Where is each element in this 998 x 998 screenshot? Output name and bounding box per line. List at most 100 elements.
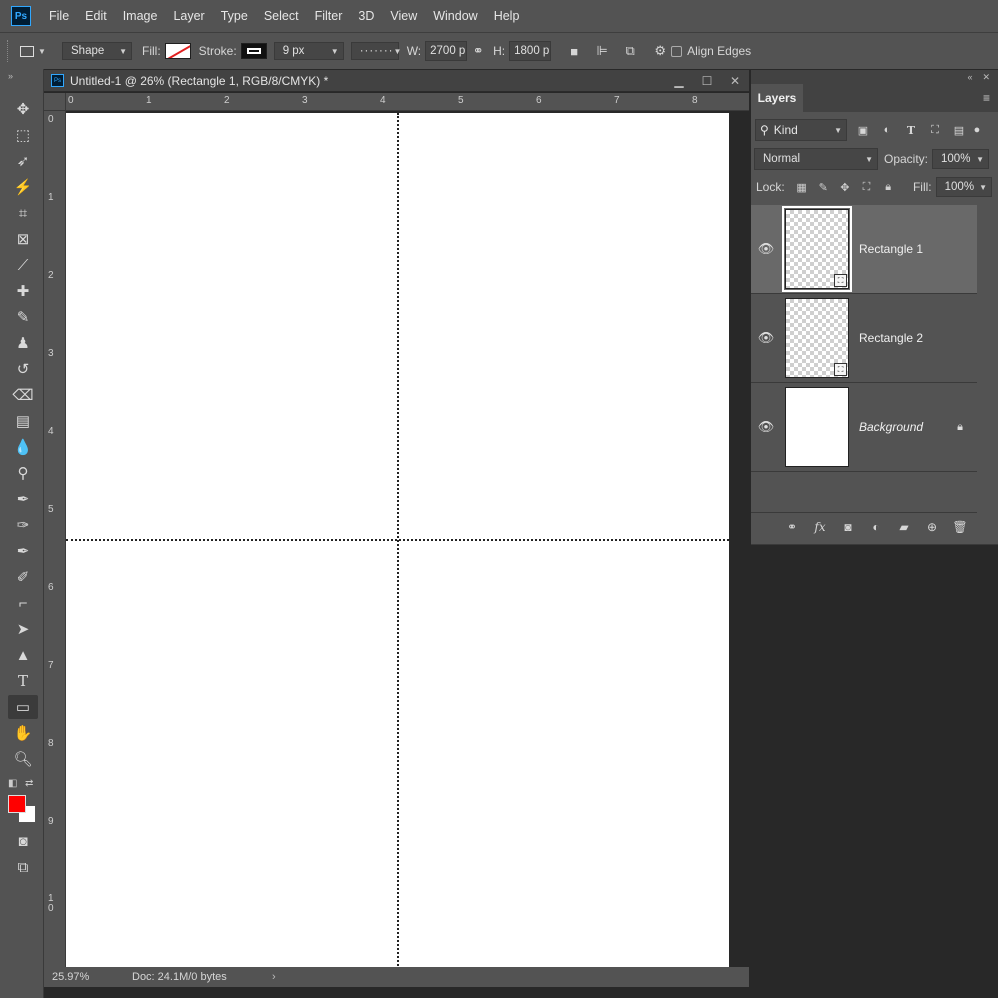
layer-row[interactable]: 👁︎ Background 🔒︎ xyxy=(751,383,977,472)
foreground-color-swatch[interactable] xyxy=(8,795,26,813)
filter-kind-select[interactable]: ⚲ Kind ▼ xyxy=(755,119,847,141)
align-edges-checkbox[interactable] xyxy=(671,45,683,57)
default-colors-icon[interactable]: ◧ xyxy=(8,778,17,789)
visibility-eye-icon[interactable]: 👁︎ xyxy=(751,330,781,346)
blur-tool-icon[interactable]: 💧 xyxy=(8,435,38,459)
lock-all-icon[interactable]: 🔒︎ xyxy=(877,181,899,194)
menu-3d[interactable]: 3D xyxy=(350,0,382,32)
shape-mode-select[interactable]: Shape ▼ xyxy=(62,42,132,60)
menu-view[interactable]: View xyxy=(382,0,425,32)
menu-image[interactable]: Image xyxy=(115,0,166,32)
eraser-tool-icon[interactable]: ⌫ xyxy=(8,383,38,407)
frame-tool-icon[interactable]: ⊠ xyxy=(8,227,38,251)
convert-point-tool-icon[interactable]: ⌐ xyxy=(8,591,38,615)
tool-preset-picker[interactable]: ▼ xyxy=(20,40,50,62)
layer-thumbnail[interactable]: ⛶ xyxy=(782,206,852,292)
pen-tool-icon[interactable]: ✒ xyxy=(8,487,38,511)
options-grip[interactable] xyxy=(7,40,10,62)
new-group-icon[interactable]: ▰ xyxy=(893,520,915,534)
path-operations-icon[interactable]: ■ xyxy=(563,40,585,62)
visibility-eye-icon[interactable]: 👁︎ xyxy=(751,419,781,435)
swap-colors-icon[interactable]: ⇄ xyxy=(25,778,33,789)
gear-icon[interactable]: ⚙ xyxy=(649,40,671,62)
lock-position-icon[interactable]: ✥ xyxy=(834,181,856,194)
healing-brush-tool-icon[interactable]: ✚ xyxy=(8,279,38,303)
filter-adjustment-layers-icon[interactable]: ◐ xyxy=(875,124,899,136)
panel-menu-icon[interactable]: ≡ xyxy=(983,91,990,105)
quick-mask-icon[interactable]: ◙ xyxy=(8,829,38,853)
vertical-ruler[interactable]: 0 1 2 3 4 5 6 7 8 9 1 0 xyxy=(44,111,66,967)
document-tab[interactable]: Ps Untitled-1 @ 26% (Rectangle 1, RGB/8/… xyxy=(44,70,749,92)
history-brush-tool-icon[interactable]: ↺ xyxy=(8,357,38,381)
link-icon[interactable]: ⚭ xyxy=(467,40,489,62)
rectangle-1-vertical-stroke[interactable] xyxy=(397,113,399,969)
add-anchor-point-tool-icon[interactable]: ✐ xyxy=(8,565,38,589)
document-canvas[interactable] xyxy=(66,113,729,969)
filter-pixel-layers-icon[interactable]: ▣ xyxy=(851,124,875,137)
magic-wand-tool-icon[interactable]: ⚡ xyxy=(8,175,38,199)
visibility-eye-icon[interactable]: 👁︎ xyxy=(751,241,781,257)
layer-row[interactable]: 👁︎ ⛶ Rectangle 2 xyxy=(751,294,977,383)
adjustment-layer-icon[interactable]: ◐ xyxy=(865,520,887,534)
filter-type-layers-icon[interactable]: T xyxy=(899,124,923,137)
collapse-panels-icon[interactable]: « xyxy=(967,72,972,82)
ruler-origin[interactable] xyxy=(44,93,66,111)
tab-layers[interactable]: Layers xyxy=(751,84,803,112)
layer-name[interactable]: Rectangle 2 xyxy=(859,331,923,345)
hand-tool-icon[interactable]: ✋ xyxy=(8,721,38,745)
close-panel-icon[interactable]: ✕ xyxy=(982,72,990,83)
path-arrangement-icon[interactable]: ⧉ xyxy=(619,40,641,62)
close-icon[interactable]: ✕ xyxy=(721,74,749,88)
filter-toggle-icon[interactable]: ● xyxy=(971,124,983,136)
type-tool-icon[interactable]: T xyxy=(8,669,38,693)
lasso-tool-icon[interactable]: ➶ xyxy=(8,149,38,173)
menu-file[interactable]: File xyxy=(41,0,77,32)
layer-thumbnail[interactable]: ⛶ xyxy=(785,298,849,378)
lock-artboard-icon[interactable]: ⛶ xyxy=(856,181,878,194)
path-selection-tool-icon[interactable]: ➤ xyxy=(8,617,38,641)
menu-edit[interactable]: Edit xyxy=(77,0,115,32)
maximize-icon[interactable]: ☐ xyxy=(693,74,721,88)
minimize-icon[interactable]: ▁ xyxy=(665,74,693,88)
layer-style-icon[interactable]: fx xyxy=(809,520,831,534)
dodge-tool-icon[interactable]: ⚲ xyxy=(8,461,38,485)
menu-select[interactable]: Select xyxy=(256,0,307,32)
layer-row[interactable]: 👁︎ ⛶ Rectangle 1 xyxy=(751,205,977,294)
layer-name[interactable]: Background xyxy=(859,420,923,434)
layer-lock-icon[interactable]: 🔒︎ xyxy=(957,421,963,434)
width-input[interactable]: 2700 p xyxy=(425,41,468,61)
zoom-tool-icon[interactable]: 🔍︎ xyxy=(8,747,38,771)
opacity-field[interactable]: 100% ▼ xyxy=(932,149,990,169)
eyedropper-tool-icon[interactable]: ⟋ xyxy=(8,253,38,277)
add-mask-icon[interactable]: ◙ xyxy=(837,520,859,534)
screen-mode-icon[interactable]: ⧉ xyxy=(8,855,38,879)
menu-window[interactable]: Window xyxy=(425,0,485,32)
menu-type[interactable]: Type xyxy=(213,0,256,32)
lock-transparent-pixels-icon[interactable]: ▦ xyxy=(791,181,813,194)
layer-thumbnail[interactable] xyxy=(785,387,849,467)
rectangle-tool-icon[interactable]: ▭ xyxy=(8,695,38,719)
menu-filter[interactable]: Filter xyxy=(307,0,351,32)
menu-help[interactable]: Help xyxy=(486,0,528,32)
direct-selection-tool-icon[interactable]: ▲ xyxy=(8,643,38,667)
stroke-swatch[interactable] xyxy=(240,43,267,59)
marquee-tool-icon[interactable]: ⬚ xyxy=(8,123,38,147)
rectangle-2-horizontal-stroke[interactable] xyxy=(66,539,729,541)
new-layer-icon[interactable]: ⊕ xyxy=(921,520,943,534)
clone-stamp-tool-icon[interactable]: ♟ xyxy=(8,331,38,355)
layer-name[interactable]: Rectangle 1 xyxy=(859,242,923,256)
status-menu-arrow-icon[interactable]: › xyxy=(272,971,276,983)
fill-swatch[interactable] xyxy=(164,43,191,59)
canvas-area[interactable] xyxy=(66,111,749,969)
fill-field[interactable]: 100% ▼ xyxy=(935,177,992,197)
move-tool-icon[interactable]: ✥ xyxy=(8,97,38,121)
stroke-type-select[interactable]: ······· ▼ xyxy=(350,42,401,60)
freeform-pen-tool-icon[interactable]: ✑ xyxy=(8,513,38,537)
filter-smart-objects-icon[interactable]: ▤ xyxy=(947,124,971,137)
lock-image-pixels-icon[interactable]: ✎ xyxy=(812,181,834,194)
collapse-toolbar-icon[interactable]: » xyxy=(0,69,43,83)
trash-icon[interactable]: 🗑︎ xyxy=(949,520,971,534)
horizontal-ruler[interactable]: 0 1 2 3 4 5 6 7 8 xyxy=(66,93,749,111)
zoom-level[interactable]: 25.97% xyxy=(52,971,132,983)
path-alignment-icon[interactable]: ⊫ xyxy=(591,40,613,62)
